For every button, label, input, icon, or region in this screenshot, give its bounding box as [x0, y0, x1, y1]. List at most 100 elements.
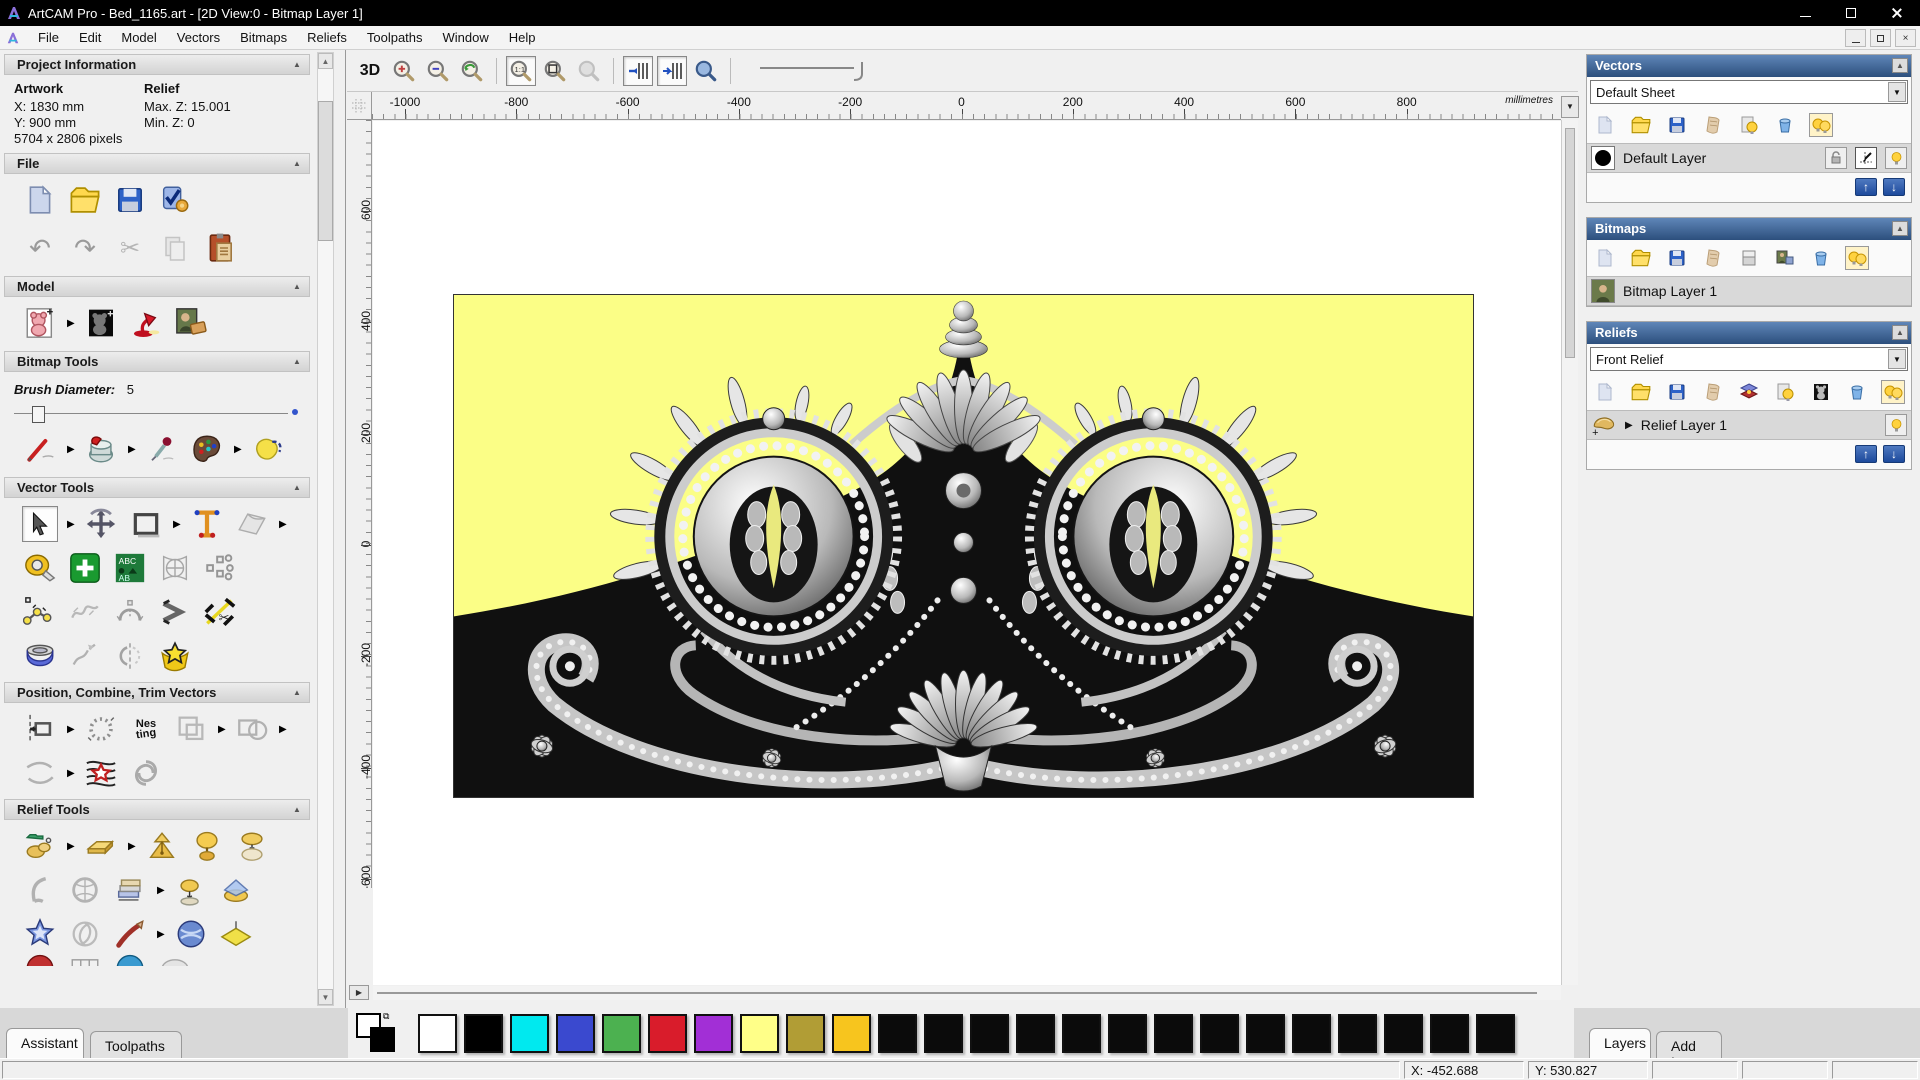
create-text-icon[interactable] [189, 506, 225, 542]
mirror-vectors-icon[interactable] [112, 638, 148, 674]
merge-vector-layers-icon[interactable] [1701, 113, 1725, 137]
colour-swatch-20[interactable] [1338, 1013, 1377, 1053]
colour-swatch-10[interactable] [878, 1013, 917, 1053]
collapse-icon[interactable]: ▲ [1892, 325, 1908, 340]
flyout-arrow-icon[interactable]: ▶ [67, 444, 75, 455]
move-layer-down-icon[interactable]: ↓ [1883, 178, 1905, 196]
collapse-icon[interactable]: ▲ [290, 355, 304, 368]
tab-toolpaths[interactable]: Toolpaths [90, 1031, 182, 1058]
colour-swatch-19[interactable] [1292, 1013, 1331, 1053]
menu-edit[interactable]: Edit [69, 27, 111, 48]
flyout-arrow-icon[interactable]: ▶ [67, 724, 75, 735]
menu-vectors[interactable]: Vectors [167, 27, 230, 48]
set-model-size-icon[interactable] [22, 305, 58, 341]
flyout-arrow-icon[interactable]: ▶ [279, 724, 287, 735]
open-bitmap-layer-icon[interactable] [1629, 246, 1653, 270]
text-on-curve-icon[interactable] [83, 711, 119, 747]
brush-diameter-slider[interactable] [14, 405, 298, 423]
tab-add-in[interactable]: Add In [1656, 1031, 1722, 1070]
vscroll-thumb[interactable] [1565, 128, 1575, 358]
link-colours-icon[interactable]: ⧉ [383, 1011, 389, 1022]
maximize-button[interactable] [1828, 0, 1874, 26]
colour-picker-icon[interactable] [144, 431, 180, 467]
colour-swatch-18[interactable] [1246, 1013, 1285, 1053]
relief-select[interactable]: Front Relief ▼ [1590, 347, 1908, 371]
merge-relief-layers-icon[interactable] [1701, 380, 1725, 404]
move-layer-up-icon[interactable]: ↑ [1855, 445, 1877, 463]
colour-swatch-0[interactable] [418, 1013, 457, 1053]
clipped-tool-icon[interactable] [67, 952, 103, 966]
zoom-out-icon[interactable] [423, 56, 453, 86]
toggle-relief-visibility-icon[interactable] [1773, 380, 1797, 404]
mdi-close-button[interactable]: × [1895, 29, 1916, 47]
colour-swatch-8[interactable] [786, 1013, 825, 1053]
open-file-icon[interactable] [67, 182, 103, 218]
colour-swatch-16[interactable] [1154, 1013, 1193, 1053]
flyout-arrow-icon[interactable]: ▶ [67, 318, 75, 329]
menu-help[interactable]: Help [499, 27, 546, 48]
visibility-bulb-icon[interactable] [1885, 414, 1907, 436]
colour-swatch-3[interactable] [556, 1013, 595, 1053]
collapse-icon[interactable]: ▲ [290, 58, 304, 71]
collapse-icon[interactable]: ▲ [290, 803, 304, 816]
preview-magnifier-icon[interactable] [691, 56, 721, 86]
menu-model[interactable]: Model [111, 27, 166, 48]
collapse-icon[interactable]: ▲ [290, 481, 304, 494]
colour-swatch-13[interactable] [1016, 1013, 1055, 1053]
colour-swatch-5[interactable] [648, 1013, 687, 1053]
scroll-up-icon[interactable]: ▲ [318, 53, 333, 69]
join-curves-icon[interactable] [67, 638, 103, 674]
cut-icon[interactable]: ✂ [112, 230, 148, 266]
mdi-restore-button[interactable] [1870, 29, 1891, 47]
clipped-tool-icon[interactable] [112, 952, 148, 966]
flyout-arrow-icon[interactable]: ▶ [67, 841, 75, 852]
zoom-in-icon[interactable] [389, 56, 419, 86]
load-image-icon[interactable] [173, 305, 209, 341]
sculpt-icon[interactable] [22, 872, 58, 908]
save-vector-layer-icon[interactable] [1665, 113, 1689, 137]
zoom-previous-icon[interactable] [457, 56, 487, 86]
options-icon[interactable] [157, 182, 193, 218]
zoom-100-icon[interactable]: 1:1 [506, 55, 536, 86]
colour-swatch-11[interactable] [924, 1013, 963, 1053]
chevron-down-icon[interactable]: ▼ [1888, 349, 1906, 369]
vector-layer-row[interactable]: Default Layer [1587, 143, 1911, 173]
clipped-tool-icon[interactable] [22, 952, 58, 966]
relief-layer-row[interactable]: + ▶ Relief Layer 1 [1587, 410, 1911, 440]
flyout-arrow-icon[interactable]: ▶ [157, 929, 165, 940]
new-bitmap-layer-icon[interactable] [1593, 246, 1617, 270]
save-file-icon[interactable] [112, 182, 148, 218]
tab-layers[interactable]: Layers [1589, 1028, 1651, 1058]
toggle-all-visibility-icon[interactable] [1809, 113, 1833, 137]
colour-swatch-12[interactable] [970, 1013, 1009, 1053]
pane-splitter-button[interactable]: ▶ [349, 985, 369, 1000]
flyout-arrow-icon[interactable]: ▶ [218, 724, 226, 735]
mesh-wireframe-icon[interactable] [157, 550, 193, 586]
snap-points-icon[interactable] [202, 550, 238, 586]
relief-paste-icon[interactable] [173, 872, 209, 908]
paste-icon[interactable] [202, 230, 238, 266]
select-vectors-icon[interactable] [22, 506, 58, 542]
open-vector-layer-icon[interactable] [1629, 113, 1653, 137]
polyline-corner-icon[interactable] [157, 594, 193, 630]
shape-from-colour-icon[interactable] [250, 431, 286, 467]
dome-tool-icon[interactable] [22, 638, 58, 674]
arc-editing-icon[interactable] [112, 594, 148, 630]
save-bitmap-layer-icon[interactable] [1665, 246, 1689, 270]
align-vectors-icon[interactable] [22, 711, 58, 747]
scroll-down-icon[interactable]: ▼ [318, 989, 333, 1005]
colour-swatch-14[interactable] [1062, 1013, 1101, 1053]
toggle-all-bitmaps-icon[interactable] [1845, 246, 1869, 270]
snap-icon[interactable] [1855, 147, 1877, 169]
texture-weave-icon[interactable] [67, 872, 103, 908]
move-layer-up-icon[interactable]: ↑ [1855, 178, 1877, 196]
toggle-layer-visibility-icon[interactable] [1737, 113, 1761, 137]
relief-dome-icon[interactable] [189, 828, 225, 864]
move-layer-down-icon[interactable]: ↓ [1883, 445, 1905, 463]
weld-vectors-icon[interactable] [234, 711, 270, 747]
relief-cone-icon[interactable] [144, 828, 180, 864]
flyout-arrow-icon[interactable]: ▶ [279, 519, 287, 530]
colour-swatch-22[interactable] [1430, 1013, 1469, 1053]
secondary-colour-swatch[interactable] [370, 1027, 395, 1052]
slider-thumb[interactable] [32, 406, 45, 423]
